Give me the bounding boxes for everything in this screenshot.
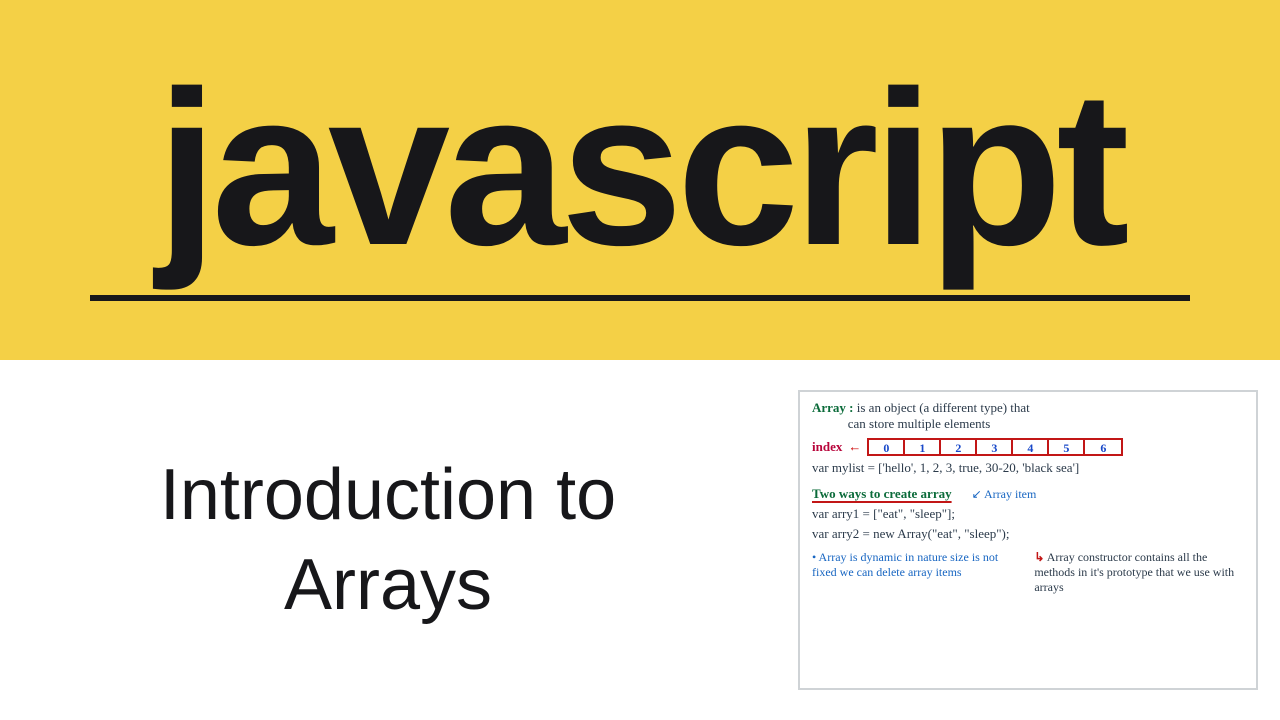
banner-underline bbox=[90, 295, 1190, 301]
bullet-icon: • bbox=[812, 550, 816, 564]
index-cell: 2 bbox=[941, 440, 977, 454]
index-cell: 1 bbox=[905, 440, 941, 454]
footer-notes: • Array is dynamic in nature size is not… bbox=[812, 550, 1246, 595]
subtitle-line1: Introduction to bbox=[160, 455, 616, 535]
foot-left: • Array is dynamic in nature size is not… bbox=[812, 550, 1020, 595]
index-boxes: 0 1 2 3 4 5 6 bbox=[867, 438, 1123, 456]
foot-left-text: Array is dynamic in nature size is not f… bbox=[812, 550, 998, 579]
lower-section: Introduction to Arrays Array : is an obj… bbox=[0, 360, 1280, 720]
foot-right-text: Array constructor contains all the metho… bbox=[1034, 550, 1234, 594]
arry1-code: var arry1 = ["eat", "sleep"]; bbox=[812, 506, 1246, 522]
definition-text1: is an object (a different type) that bbox=[857, 400, 1030, 415]
arry2-code: var arry2 = new Array("eat", "sleep"); bbox=[812, 526, 1246, 542]
banner: javascript bbox=[0, 0, 1280, 360]
two-ways-heading: Two ways to create array bbox=[812, 486, 952, 502]
foot-right: ↳ Array constructor contains all the met… bbox=[1034, 550, 1242, 595]
definition-line: Array : is an object (a different type) … bbox=[812, 400, 1246, 432]
banner-title: javascript bbox=[156, 69, 1123, 267]
arrow-down-icon: ↳ bbox=[1034, 550, 1044, 564]
index-row: index ← 0 1 2 3 4 5 6 bbox=[812, 438, 1246, 456]
index-cell: 0 bbox=[869, 440, 905, 454]
index-cell: 4 bbox=[1013, 440, 1049, 454]
index-cell: 5 bbox=[1049, 440, 1085, 454]
subtitle-line2: Arrays bbox=[284, 545, 492, 625]
index-label: index bbox=[812, 439, 842, 455]
definition-text2: can store multiple elements bbox=[848, 416, 991, 431]
mylist-code: var mylist = ['hello', 1, 2, 3, true, 30… bbox=[812, 460, 1246, 476]
index-cell: 3 bbox=[977, 440, 1013, 454]
handwritten-notes: Array : is an object (a different type) … bbox=[798, 390, 1258, 690]
subtitle-wrap: Introduction to Arrays bbox=[0, 450, 798, 630]
two-ways-row: Two ways to create array ↙ Array item bbox=[812, 476, 1246, 502]
arrow-left-icon: ← bbox=[848, 439, 861, 455]
definition-label: Array : bbox=[812, 400, 854, 415]
array-item-annotation: ↙ Array item bbox=[972, 487, 1037, 502]
subtitle: Introduction to Arrays bbox=[78, 450, 698, 630]
index-cell: 6 bbox=[1085, 440, 1121, 454]
